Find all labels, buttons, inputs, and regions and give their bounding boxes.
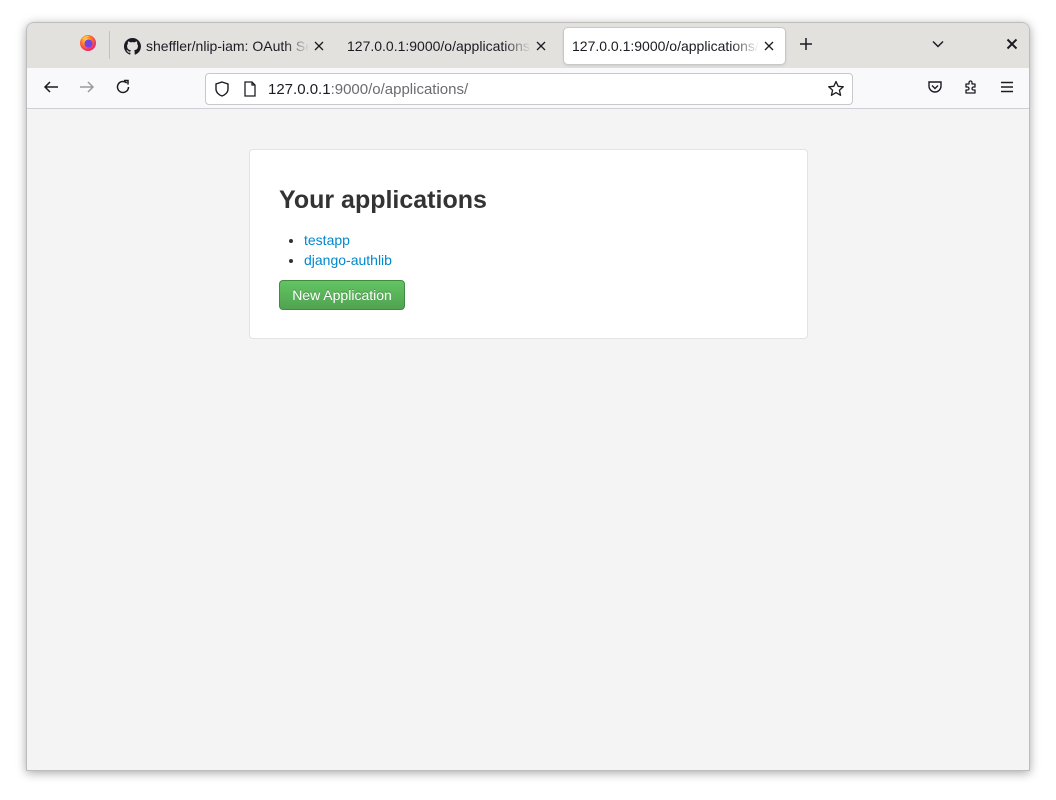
reload-icon — [115, 79, 131, 100]
application-link-django-authlib[interactable]: django-authlib — [304, 252, 392, 268]
page-heading: Your applications — [279, 186, 487, 214]
application-list: testapp django-authlib — [304, 230, 392, 270]
tab-strip: sheffler/nlip-iam: OAuth Server 127.0.0.… — [27, 23, 1029, 68]
firefox-icon — [79, 34, 97, 57]
url-bar[interactable]: 127.0.0.1:9000/o/applications/ — [205, 73, 853, 105]
forward-button[interactable] — [72, 74, 102, 104]
applications-card: Your applications testapp django-authlib… — [249, 149, 808, 339]
github-icon — [123, 37, 141, 55]
list-all-tabs-button[interactable] — [925, 33, 951, 59]
tab-applications-1[interactable]: 127.0.0.1:9000/o/applications/ — [345, 28, 555, 64]
app-menu-button[interactable] — [992, 74, 1022, 104]
shield-icon[interactable] — [208, 74, 236, 104]
tab-github[interactable]: sheffler/nlip-iam: OAuth Server — [119, 28, 333, 64]
list-item: django-authlib — [304, 250, 392, 270]
application-link-testapp[interactable]: testapp — [304, 232, 350, 248]
reload-button[interactable] — [108, 74, 138, 104]
close-tab-icon[interactable] — [309, 36, 329, 56]
nav-toolbar: 127.0.0.1:9000/o/applications/ — [27, 68, 1029, 109]
pocket-button[interactable] — [920, 74, 950, 104]
close-tab-icon[interactable] — [759, 36, 779, 56]
chevron-down-icon — [931, 37, 945, 56]
extensions-button[interactable] — [956, 74, 986, 104]
plus-icon — [799, 37, 813, 56]
tab-title: 127.0.0.1:9000/o/applications/ — [572, 38, 759, 54]
tab-title: sheffler/nlip-iam: OAuth Server — [146, 38, 309, 54]
url-path: :9000/o/applications/ — [330, 80, 469, 98]
pocket-icon — [927, 79, 943, 100]
window-close-button[interactable] — [999, 33, 1025, 59]
arrow-right-icon — [79, 79, 95, 100]
browser-window: sheffler/nlip-iam: OAuth Server 127.0.0.… — [26, 22, 1030, 771]
new-application-button[interactable]: New Application — [279, 280, 405, 310]
firefox-view-button[interactable] — [27, 23, 109, 68]
arrow-left-icon — [43, 79, 59, 100]
back-button[interactable] — [36, 74, 66, 104]
tab-separator — [109, 31, 110, 59]
puzzle-icon — [963, 79, 979, 100]
url-text[interactable]: 127.0.0.1:9000/o/applications/ — [268, 81, 468, 98]
page-icon[interactable] — [236, 74, 264, 104]
bookmark-star-icon[interactable] — [822, 74, 850, 104]
hamburger-menu-icon — [999, 79, 1015, 100]
list-item: testapp — [304, 230, 392, 250]
page-content: Your applications testapp django-authlib… — [27, 109, 1029, 770]
new-tab-button[interactable] — [793, 33, 819, 59]
tab-applications-active[interactable]: 127.0.0.1:9000/o/applications/ — [564, 28, 785, 64]
close-icon — [1006, 37, 1018, 55]
close-tab-icon[interactable] — [531, 36, 551, 56]
url-host: 127.0.0.1 — [268, 80, 331, 98]
tab-title: 127.0.0.1:9000/o/applications/ — [347, 38, 531, 54]
